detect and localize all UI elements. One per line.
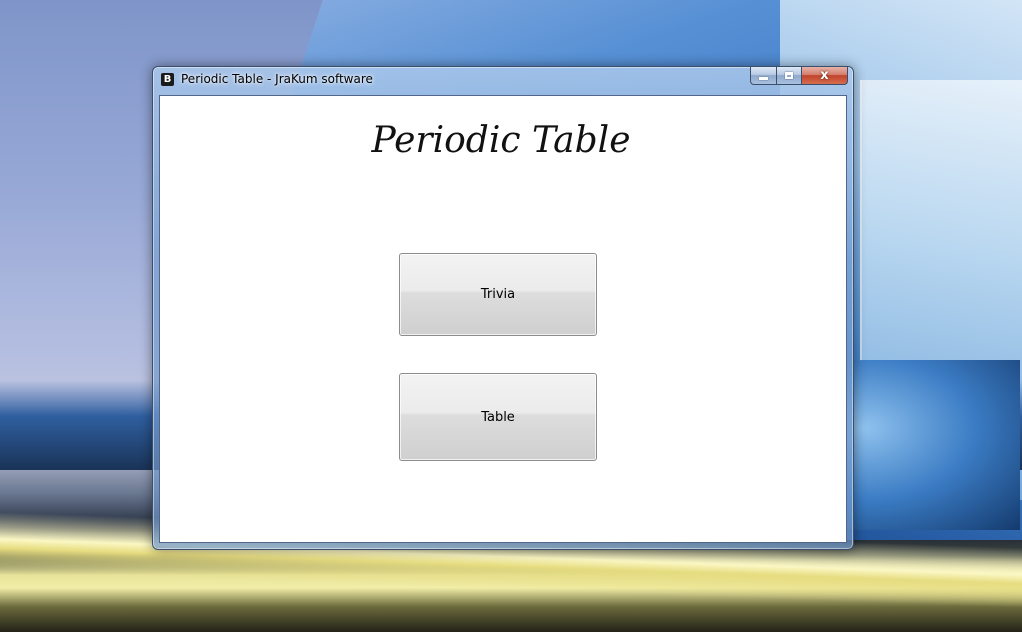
desktop-background: B Periodic Table - JraKum software x Per… — [0, 0, 1022, 632]
minimize-button[interactable] — [750, 67, 776, 85]
window-titlebar[interactable]: B Periodic Table - JraKum software x — [153, 67, 853, 94]
close-icon: x — [820, 68, 829, 83]
page-title: Periodic Table — [371, 120, 631, 161]
maximize-icon — [785, 72, 793, 79]
trivia-button[interactable]: Trivia — [399, 253, 597, 336]
maximize-button[interactable] — [776, 67, 802, 85]
app-icon[interactable]: B — [161, 73, 174, 86]
table-button[interactable]: Table — [399, 373, 597, 461]
window-title: Periodic Table - JraKum software — [181, 72, 373, 86]
window-client-area: Periodic Table Trivia Table — [159, 95, 847, 543]
caption-buttons: x — [750, 67, 848, 85]
app-window: B Periodic Table - JraKum software x Per… — [152, 66, 854, 550]
minimize-icon — [759, 77, 768, 80]
close-button[interactable]: x — [802, 67, 848, 85]
